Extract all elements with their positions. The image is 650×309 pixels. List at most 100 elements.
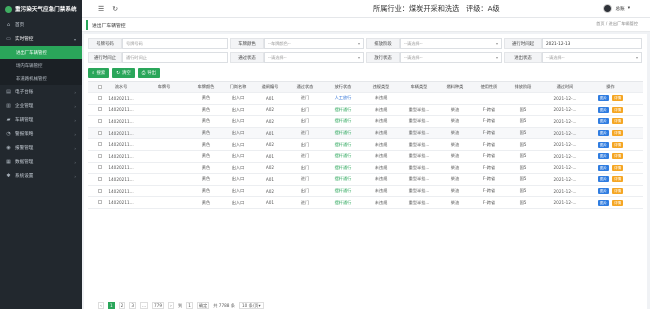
- row-checkbox[interactable]: [96, 188, 104, 194]
- plate-input[interactable]: 号牌号码: [122, 38, 228, 49]
- confirm-button[interactable]: 确定: [196, 302, 210, 309]
- image-button[interactable]: 图片: [597, 95, 609, 102]
- detail-button[interactable]: 详情: [612, 130, 624, 137]
- page-button[interactable]: 1: [108, 302, 115, 309]
- sidebar-subitem[interactable]: 非道路机械管控: [0, 72, 82, 85]
- color-select[interactable]: --车牌颜色-- ▾: [264, 38, 364, 49]
- column-header[interactable]: 操作: [590, 84, 631, 90]
- row-checkbox[interactable]: [96, 118, 104, 124]
- table-row[interactable]: 14020211... 黄色 出入口 A02 出门 摆杆通行 未违规 重型半挂... 柴油 F-跨…: [88, 116, 643, 128]
- avatar[interactable]: [603, 4, 613, 13]
- sidebar-subitem[interactable]: 场内车辆管控: [0, 59, 82, 72]
- column-header[interactable]: 通过时间: [540, 84, 590, 90]
- column-header[interactable]: 道闸编号: [254, 84, 286, 90]
- sidebar-item[interactable]: ▤ 电子台账 ›: [0, 85, 82, 99]
- detail-button[interactable]: 详情: [612, 141, 624, 148]
- release-status-select[interactable]: --请选择-- ▾: [400, 52, 502, 63]
- row-checkbox[interactable]: [96, 165, 104, 170]
- row-checkbox[interactable]: [96, 153, 104, 159]
- menu-toggle-icon[interactable]: ☰: [98, 5, 104, 13]
- table-row[interactable]: 14020211... 黄色 出入口 A01 进门 摆杆通行 未违规 重型半挂... 柴油 F-跨…: [88, 197, 643, 209]
- detail-button[interactable]: 详情: [612, 95, 624, 102]
- export-button[interactable]: ⎙ 导出: [137, 68, 161, 78]
- detail-button[interactable]: 详情: [612, 188, 624, 195]
- image-button[interactable]: 图片: [597, 118, 609, 125]
- image-button[interactable]: 图片: [597, 199, 609, 206]
- column-header[interactable]: 车辆类型: [400, 84, 438, 90]
- sidebar-subitem[interactable]: 进出厂车辆管控: [0, 46, 82, 59]
- detail-button[interactable]: 详情: [612, 153, 624, 160]
- row-checkbox[interactable]: [96, 176, 104, 182]
- detail-button[interactable]: 详情: [612, 199, 624, 206]
- row-checkbox[interactable]: [96, 130, 104, 136]
- reset-button[interactable]: ↻ 清空: [112, 68, 135, 78]
- table-row[interactable]: 14020211... 黄色 出入口 A01 进门 摆杆通行 未违规 重型半挂... 柴油 F-跨…: [88, 151, 643, 163]
- chevron-down-icon[interactable]: ▾: [628, 6, 630, 11]
- table-cell: 2021-12-...: [553, 142, 577, 148]
- detail-button[interactable]: 详情: [612, 118, 624, 125]
- image-button[interactable]: 图片: [597, 141, 609, 148]
- prev-page-button[interactable]: ‹: [98, 302, 104, 309]
- image-button[interactable]: 图片: [597, 176, 609, 183]
- sidebar-item[interactable]: ✱ 系统设置 ›: [0, 169, 82, 183]
- inout-status-select[interactable]: --请选择-- ▾: [542, 52, 642, 63]
- user-name[interactable]: 总账: [615, 6, 624, 12]
- search-button[interactable]: ⌕ 搜索: [88, 68, 110, 78]
- image-button[interactable]: 图片: [597, 153, 609, 160]
- start-time-input[interactable]: 2021-12-13: [542, 38, 642, 49]
- sidebar-item[interactable]: ◔ 警报策略 ›: [0, 127, 82, 141]
- column-header[interactable]: 排放阶段: [506, 84, 540, 90]
- select-all-checkbox[interactable]: [96, 84, 104, 90]
- column-header[interactable]: 使用性质: [472, 84, 506, 90]
- stage-select[interactable]: --请选择-- ▾: [400, 38, 502, 49]
- table-row[interactable]: 14020211... 黄色 出入口 A02 出门 摆杆通行 未违规 重型半挂... 柴油 F-跨…: [88, 105, 643, 117]
- table-row[interactable]: 14020211... 黄色 出入口 A01 进门 摆杆通行 未违规 重型半挂... 柴油 F-跨…: [88, 127, 643, 140]
- detail-button[interactable]: 详情: [612, 164, 624, 171]
- image-button[interactable]: 图片: [597, 188, 609, 195]
- table-row[interactable]: 14020211... 黄色 出入口 A02 出门 摆杆通行 未违规 重型半挂... 柴油 F-跨…: [88, 139, 643, 151]
- column-header[interactable]: 车牌号: [138, 84, 190, 90]
- column-header[interactable]: 门岗名称: [222, 84, 254, 90]
- row-checkbox[interactable]: [96, 95, 104, 101]
- page-button[interactable]: 779: [152, 302, 165, 309]
- detail-button[interactable]: 详情: [612, 176, 624, 183]
- sidebar-item-label: 数据管理: [15, 160, 34, 165]
- breadcrumb-home[interactable]: 首页: [596, 21, 604, 26]
- row-checkbox[interactable]: [96, 200, 104, 205]
- row-checkbox[interactable]: [96, 142, 104, 147]
- tab-vehicle-control[interactable]: 进出厂车辆管控: [86, 20, 130, 30]
- image-button[interactable]: 图片: [597, 164, 609, 171]
- sidebar-item[interactable]: ◉ 报警管理 ›: [0, 141, 82, 155]
- page-button[interactable]: 2: [118, 302, 126, 309]
- detail-button[interactable]: 详情: [612, 106, 624, 113]
- sidebar-item[interactable]: ▰ 车辆管理 ›: [0, 113, 82, 127]
- column-header[interactable]: 车牌颜色: [190, 84, 222, 90]
- table-row[interactable]: 14020211... 黄色 出入口 A01 进门 人工放行 未违规 2021-12-... 图…: [88, 93, 643, 105]
- next-page-button[interactable]: ›: [168, 302, 175, 309]
- end-time-input[interactable]: 通行时间止: [122, 52, 228, 63]
- page-button[interactable]: ...: [140, 302, 149, 309]
- goto-page-input[interactable]: 1: [186, 302, 193, 309]
- user-menu[interactable]: 总账 ▾: [603, 4, 630, 13]
- sidebar-item[interactable]: ▭ 实时管控 ▾: [0, 32, 82, 46]
- table-row[interactable]: 14020211... 黄色 出入口 A02 出门 摆杆通行 未违规 重型半挂... 柴油 F-跨…: [88, 186, 643, 198]
- column-header[interactable]: 流水号: [104, 84, 138, 90]
- sidebar-item-label: 电子台账: [15, 90, 34, 95]
- sidebar-item[interactable]: ▥ 企业管理 ›: [0, 99, 82, 113]
- sidebar-item[interactable]: ▦ 数据管理 ›: [0, 155, 82, 169]
- image-button[interactable]: 图片: [597, 130, 609, 137]
- pass-status-select[interactable]: --请选择-- ▾: [264, 52, 364, 63]
- chevron-right-icon: ›: [74, 159, 76, 165]
- table-row[interactable]: 14020211... 黄色 出入口 A02 出门 摆杆通行 未违规 重型半挂... 柴油 F-跨…: [88, 163, 643, 175]
- column-header[interactable]: 通过状态: [286, 84, 324, 90]
- image-button[interactable]: 图片: [597, 106, 609, 113]
- row-checkbox[interactable]: [96, 107, 104, 112]
- column-header[interactable]: 放行状态: [324, 84, 362, 90]
- table-row[interactable]: 14020211... 黄色 出入口 A01 进门 摆杆通行 未违规 重型半挂... 柴油 F-跨…: [88, 174, 643, 186]
- sidebar-item[interactable]: ⌂ 首页: [0, 18, 82, 32]
- column-header[interactable]: 燃料种类: [438, 84, 472, 90]
- column-header[interactable]: 违规类型: [362, 84, 400, 90]
- refresh-icon[interactable]: ↻: [112, 5, 118, 13]
- page-button[interactable]: 3: [129, 302, 137, 309]
- page-size-select[interactable]: 10 条/页 ▾: [238, 302, 264, 309]
